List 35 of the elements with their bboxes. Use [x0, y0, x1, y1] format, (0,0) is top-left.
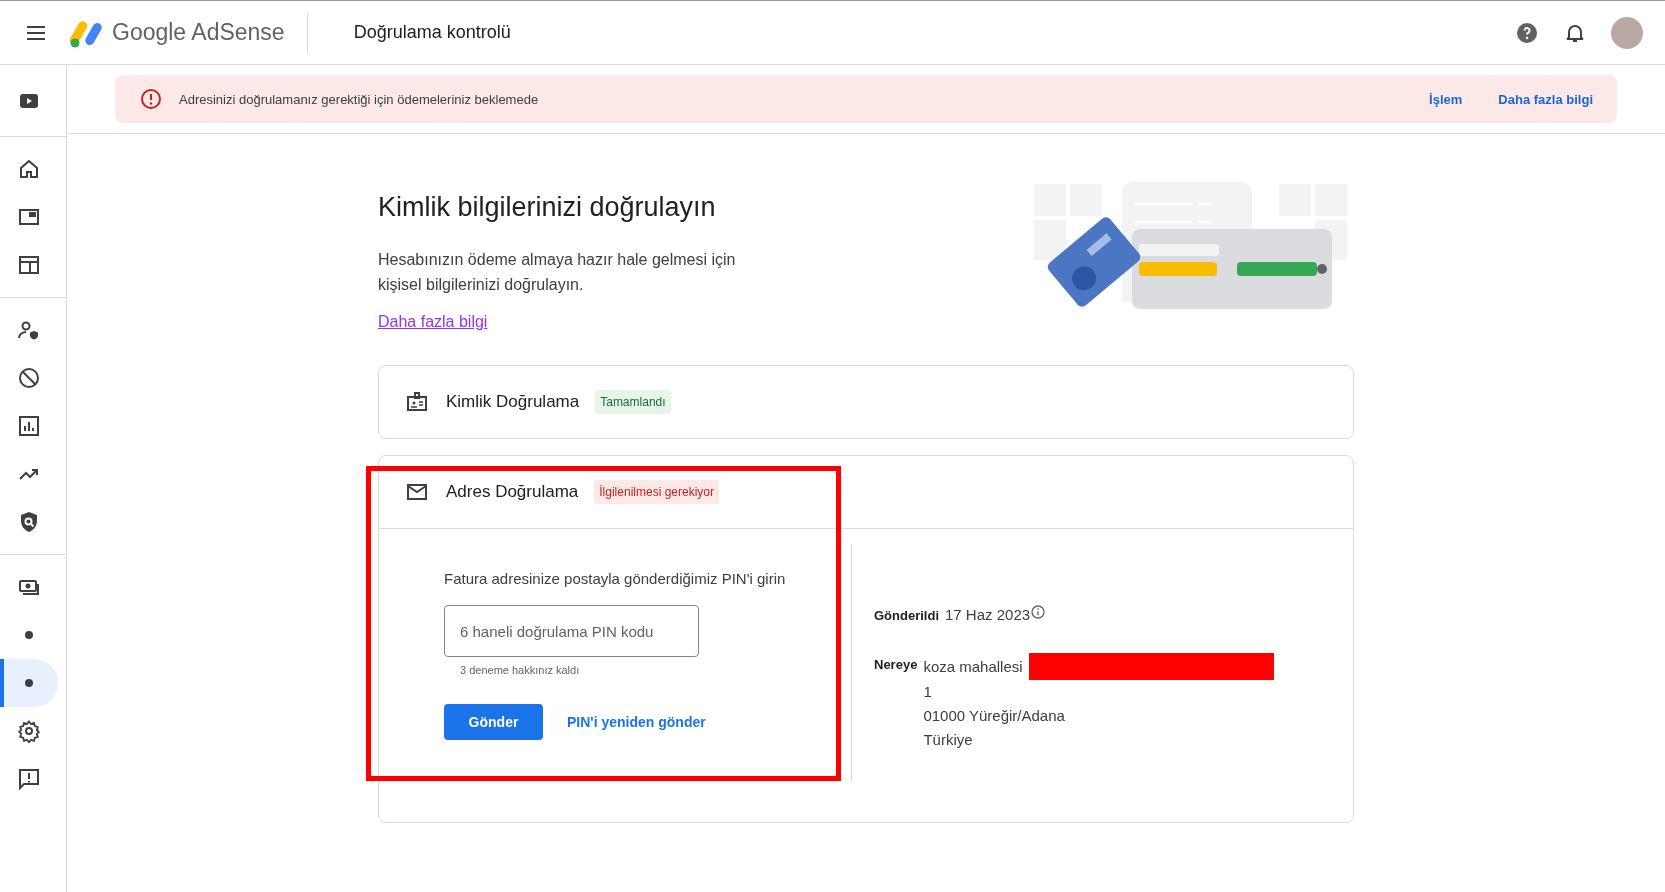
- bar-chart-icon: [17, 414, 41, 438]
- page-heading: Kimlik bilgilerinizi doğrulayın: [378, 192, 717, 223]
- to-label: Nereye: [874, 656, 918, 674]
- id-badge-icon: [405, 390, 429, 414]
- submit-button[interactable]: Gönder: [444, 704, 543, 740]
- instruction-text: Fatura adresinize postayla gönderdiğimiz PIN'i girin: [444, 570, 787, 587]
- settings-icon: [17, 719, 41, 743]
- address-line: 1: [923, 682, 933, 702]
- alert-message: Adresinizi doğrulamanız gerektiği için ödemeleriniz beklemede: [179, 91, 540, 107]
- card-title: Kimlik Doğrulama: [446, 392, 580, 412]
- status-badge: Tamamlandı: [595, 390, 671, 414]
- pin-input-field[interactable]: 6 haneli doğrulama PIN kodu: [444, 605, 699, 657]
- banner-link[interactable]: İşlem: [1429, 91, 1463, 107]
- product-name: Google AdSense: [112, 19, 285, 46]
- address-line: koza mahallesi: [923, 656, 1023, 677]
- info-icon: [1030, 604, 1047, 620]
- card-title: Adres Doğrulama: [446, 482, 579, 502]
- status-badge: İlgilenilmesi gerekiyor: [594, 480, 719, 504]
- address-line: Türkiye: [923, 730, 974, 750]
- attempts-note: 3 deneme hakkınız kaldı: [460, 664, 581, 676]
- feedback-icon: [17, 767, 41, 791]
- block-icon: [17, 366, 41, 390]
- resend-pin-link[interactable]: PIN'i yeniden gönder: [567, 714, 706, 730]
- sent-label: Gönderildi: [874, 608, 939, 623]
- layout-icon: [17, 253, 41, 277]
- error-icon: [139, 87, 163, 111]
- help-icon: [1515, 20, 1539, 45]
- address-line: 01000 Yüreğir/Adana: [923, 706, 1066, 726]
- home-icon: [17, 157, 41, 181]
- learn-more-link[interactable]: Daha fazla bilgi: [378, 313, 488, 330]
- page-title: Doğrulama kontrolü: [353, 22, 512, 43]
- description: Hesabınızın ödeme almaya hazır hale gelmesi için kişisel bilgilerinizi doğrulayın.: [378, 250, 737, 295]
- sidebar-item[interactable]: [0, 659, 58, 707]
- sent-date: 17 Haz 2023: [945, 606, 1031, 623]
- banner-link[interactable]: Daha fazla bilgi: [1498, 91, 1593, 107]
